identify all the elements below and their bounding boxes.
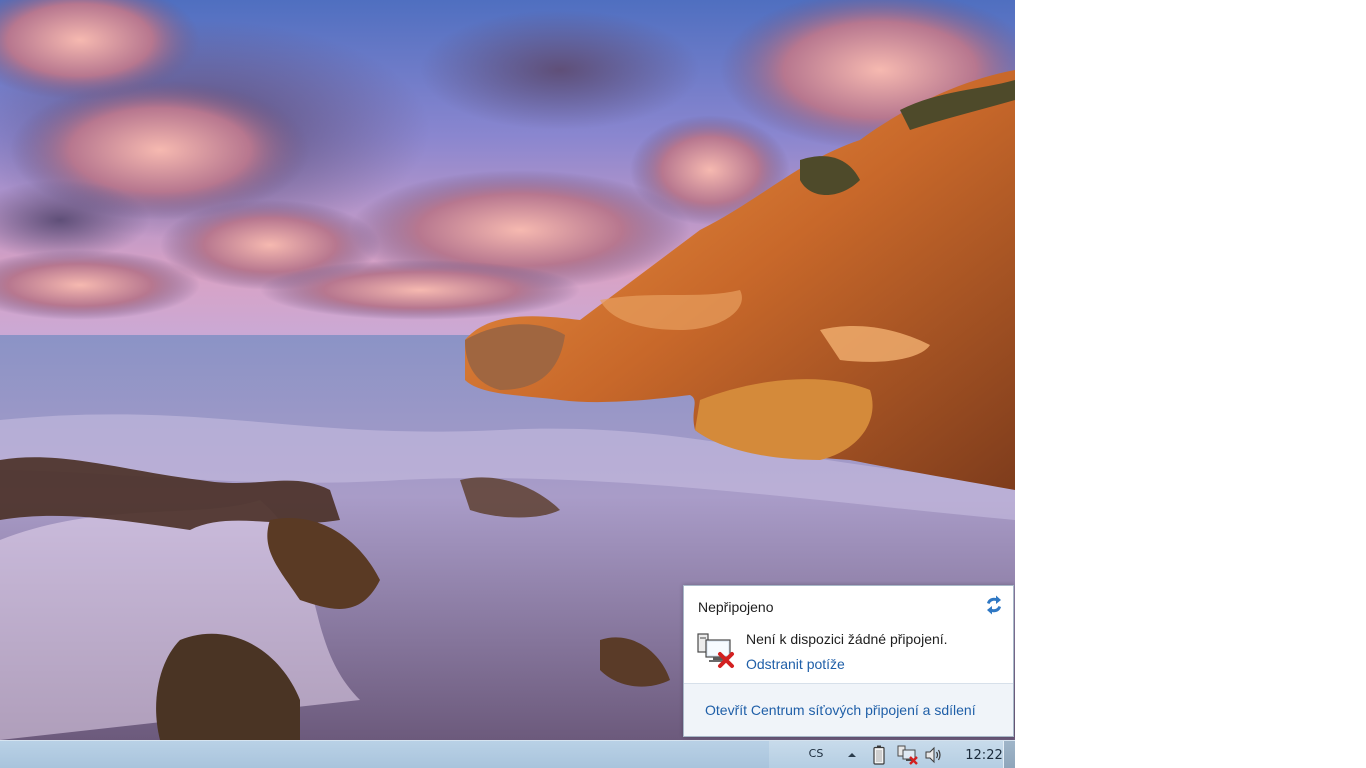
network-disconnected-icon[interactable] [897,741,919,768]
notification-area: CS 12:22 [769,741,1015,768]
battery-icon[interactable] [869,741,889,768]
desktop: CS 12:22 Nepřipojeno Není k dispozici žá… [0,0,1015,768]
flyout-footer: Otevřít Centrum síťových připojení a sdí… [684,683,1013,736]
show-hidden-icons-icon[interactable] [845,741,859,768]
language-indicator[interactable]: CS [805,739,827,767]
flyout-title: Nepřipojeno [698,599,774,615]
open-network-center-link[interactable]: Otevřít Centrum síťových připojení a sdí… [705,702,976,718]
network-disconnected-icon [696,630,736,670]
clock[interactable]: 12:22 [959,741,1009,768]
refresh-arrows-icon[interactable] [983,594,1005,616]
volume-icon[interactable] [923,741,945,768]
troubleshoot-link[interactable]: Odstranit potíže [746,656,845,672]
show-desktop-button[interactable] [1003,741,1015,768]
status-message: Není k dispozici žádné připojení. [746,631,948,647]
network-flyout: Nepřipojeno Není k dispozici žádné připo… [683,585,1014,737]
taskbar: CS 12:22 [0,740,1015,768]
